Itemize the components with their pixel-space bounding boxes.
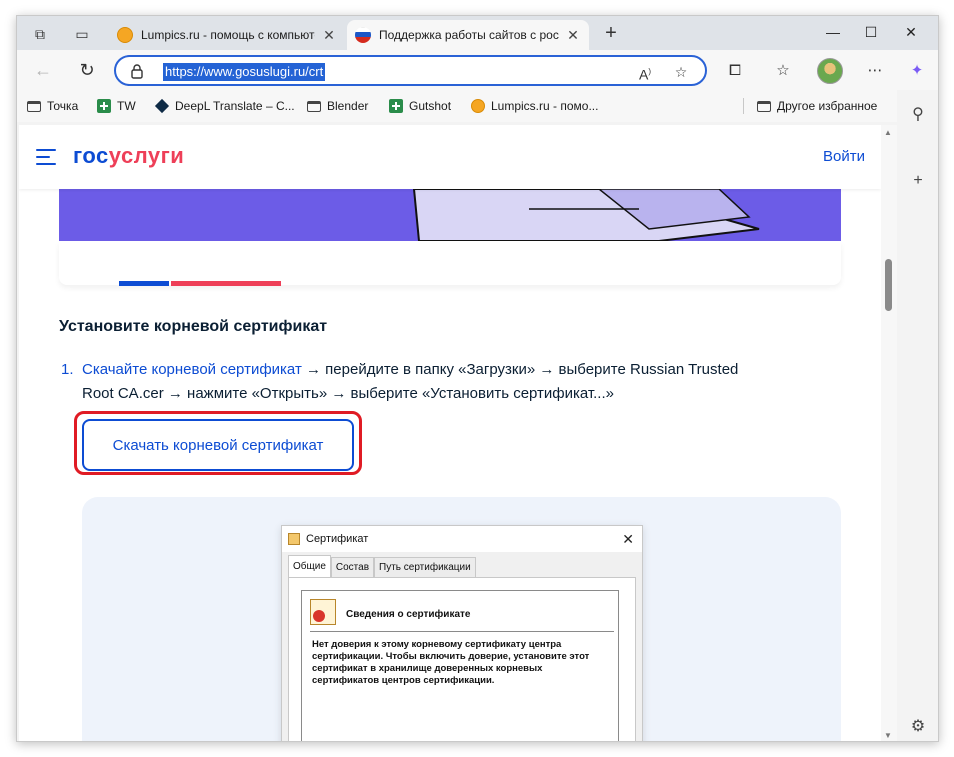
favorite-gutshot[interactable]: Gutshot: [389, 97, 451, 115]
copilot-icon[interactable]: ✦: [905, 59, 929, 83]
lock-icon: [131, 64, 143, 79]
page-scrollbar[interactable]: ▲ ▼: [881, 125, 897, 741]
certificate-info-text: Нет доверия к этому корневому сертификат…: [312, 639, 590, 686]
download-root-cert-link[interactable]: Скачайте корневой сертификат: [82, 361, 302, 378]
russia-flag-icon: [355, 27, 371, 43]
lumpics-orange-icon: [117, 27, 133, 43]
gosuslugi-logo[interactable]: госуслуги: [73, 143, 184, 169]
favorite-label: Точка: [47, 99, 79, 113]
tab-actions-icon[interactable]: ▭: [71, 23, 93, 45]
close-window-icon[interactable]: ✕: [893, 20, 929, 44]
login-link[interactable]: Войти: [823, 148, 865, 165]
dialog-title: Сертификат: [306, 533, 369, 545]
toolbar: ← ↻ https://www.gosuslugi.ru/crt A) ☆ ⧠ …: [17, 50, 938, 90]
tab-title: Поддержка работы сайтов с российскими се…: [379, 28, 559, 42]
banner-card-bottom: [59, 241, 841, 285]
step-text: Скачайте корневой сертификат → перейдите…: [82, 358, 802, 406]
address-bar[interactable]: https://www.gosuslugi.ru/crt A) ☆: [114, 55, 707, 86]
certificate-warning-icon: [310, 599, 336, 625]
green-plus-icon: [389, 99, 403, 113]
dialog-tab-general: Общие: [288, 555, 331, 577]
edge-sidebar: ⚲ + ⚙: [897, 90, 938, 741]
search-icon[interactable]: ⚲: [907, 104, 929, 126]
favorites-divider: [743, 98, 744, 114]
other-favorites-label: Другое избранное: [777, 99, 878, 113]
site-header: госуслуги Войти: [19, 125, 881, 189]
refresh-icon[interactable]: ↻: [75, 59, 99, 83]
laptop-illustration: [412, 189, 760, 241]
close-tab-icon[interactable]: ✕: [565, 27, 581, 44]
favorite-label: TW: [117, 99, 136, 113]
tab-gosuslugi[interactable]: Поддержка работы сайтов с российскими се…: [347, 20, 589, 50]
favorite-label: Gutshot: [409, 99, 452, 113]
browser-window: ⧉ ▭ Lumpics.ru - помощь с компьютером ✕ …: [16, 15, 939, 742]
scroll-down-icon[interactable]: ▼: [884, 731, 892, 740]
section-heading: Установите корневой сертификат: [59, 318, 328, 335]
add-sidebar-app-icon[interactable]: +: [907, 170, 929, 192]
certificate-info-box: Сведения о сертификате Нет доверия к это…: [301, 590, 619, 741]
new-tab-icon[interactable]: +: [599, 22, 623, 46]
deepl-icon: [154, 98, 170, 114]
profile-avatar[interactable]: [817, 58, 843, 84]
certificate-icon: [288, 533, 300, 545]
favorite-tochka[interactable]: Точка: [27, 97, 78, 115]
gosuslugi-logo-fragment: [119, 281, 281, 286]
maximize-icon[interactable]: ☐: [853, 20, 889, 44]
certificate-info-heading: Сведения о сертификате: [346, 609, 471, 620]
folder-icon: [27, 100, 41, 112]
read-aloud-icon[interactable]: A): [634, 61, 656, 83]
tab-lumpics[interactable]: Lumpics.ru - помощь с компьютером ✕: [109, 20, 345, 50]
web-page: госуслуги Войти Установите корневой серт…: [19, 125, 881, 741]
dialog-tab-details: Состав: [330, 557, 375, 577]
close-tab-icon[interactable]: ✕: [321, 27, 337, 44]
dialog-close-icon: ✕: [622, 531, 634, 547]
green-plus-icon: [97, 99, 111, 113]
favorite-star-icon[interactable]: ☆: [670, 61, 692, 83]
divider: [310, 631, 614, 632]
folder-icon: [757, 100, 771, 112]
more-menu-icon[interactable]: ⋯: [863, 59, 887, 83]
step-number: 1.: [61, 361, 74, 378]
other-favorites[interactable]: Другое избранное: [757, 97, 877, 115]
hamburger-menu-icon[interactable]: [36, 149, 56, 165]
workspaces-icon[interactable]: ⧉: [29, 23, 51, 45]
lumpics-orange-icon: [471, 99, 485, 113]
url-text[interactable]: https://www.gosuslugi.ru/crt: [163, 63, 326, 81]
logo-part-uslugi: услуги: [108, 143, 185, 168]
extensions-icon[interactable]: ⧠: [723, 59, 747, 83]
certificate-dialog-screenshot: Сертификат ✕ Общие Состав Путь сертифика…: [281, 525, 643, 741]
favorite-deepl[interactable]: DeepL Translate – С...: [154, 97, 295, 115]
settings-gear-icon[interactable]: ⚙: [907, 716, 929, 738]
favorite-tw[interactable]: TW: [97, 97, 136, 115]
dialog-tab-path: Путь сертификации: [374, 557, 476, 577]
favorite-label: Blender: [327, 99, 369, 113]
dialog-panel: Сведения о сертификате Нет доверия к это…: [288, 577, 636, 741]
tab-title: Lumpics.ru - помощь с компьютером: [141, 28, 315, 42]
favorites-icon[interactable]: ☆: [771, 59, 795, 83]
favorite-lumpics[interactable]: Lumpics.ru - помо...: [471, 97, 598, 115]
tab-strip: ⧉ ▭ Lumpics.ru - помощь с компьютером ✕ …: [17, 16, 938, 50]
step-text-part2: Root CA.cer → нажмите «Открыть» → выбери…: [82, 385, 614, 402]
favorites-bar: Точка TW DeepL Translate – С... Blender …: [17, 90, 897, 122]
dialog-tabs: Общие Состав Путь сертификации: [288, 555, 476, 577]
scroll-up-icon[interactable]: ▲: [884, 128, 892, 137]
favorite-blender[interactable]: Blender: [307, 97, 368, 115]
folder-icon: [307, 100, 321, 112]
dialog-title-bar: Сертификат ✕: [282, 526, 642, 552]
logo-part-gos: гос: [73, 143, 109, 168]
favorite-label: Lumpics.ru - помо...: [491, 99, 599, 113]
back-icon[interactable]: ←: [31, 59, 55, 83]
download-root-cert-button[interactable]: Скачать корневой сертификат: [82, 419, 354, 471]
minimize-icon[interactable]: —: [815, 20, 851, 44]
step-text-part1: → перейдите в папку «Загрузки» → выберит…: [301, 361, 739, 378]
banner-illustration: [59, 189, 841, 241]
favorite-label: DeepL Translate – С...: [175, 99, 295, 113]
scrollbar-thumb[interactable]: [885, 259, 892, 311]
